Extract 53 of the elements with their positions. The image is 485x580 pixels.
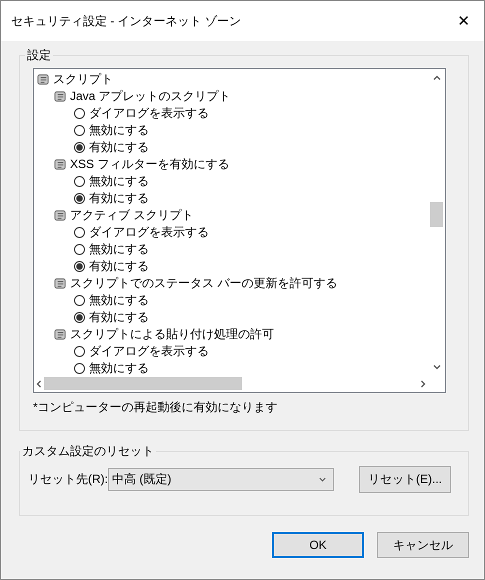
- reset-to-label: リセット先(R):: [28, 471, 108, 488]
- horizontal-scrollbar[interactable]: [34, 375, 428, 392]
- close-button[interactable]: ✕: [451, 10, 476, 32]
- group-label: カスタム設定のリセット: [21, 443, 155, 460]
- radio-button[interactable]: [74, 108, 85, 119]
- option-label[interactable]: 無効にする: [89, 174, 149, 189]
- scroll-thumb[interactable]: [44, 377, 242, 390]
- group-label: 設定: [26, 47, 52, 64]
- radio-button[interactable]: [74, 244, 85, 255]
- scroll-right-icon[interactable]: [418, 378, 428, 388]
- radio-button[interactable]: [74, 346, 85, 357]
- radio-button[interactable]: [74, 125, 85, 136]
- radio-button[interactable]: [74, 193, 85, 204]
- setting-label: スクリプトによる貼り付け処理の許可: [70, 327, 274, 342]
- reset-button[interactable]: リセット(E)...: [359, 466, 451, 493]
- scroll-thumb[interactable]: [430, 202, 443, 227]
- script-icon: [37, 73, 50, 86]
- radio-button[interactable]: [74, 295, 85, 306]
- script-icon: [54, 90, 67, 103]
- scroll-left-icon[interactable]: [34, 378, 44, 388]
- option-label[interactable]: 有効にする: [89, 140, 149, 155]
- setting-label: Java アプレットのスクリプト: [70, 89, 231, 104]
- radio-button[interactable]: [74, 227, 85, 238]
- category-label: スクリプト: [53, 72, 113, 87]
- dialog-button[interactable]: OK: [272, 532, 364, 558]
- option-label[interactable]: 有効にする: [89, 191, 149, 206]
- option-label[interactable]: 無効にする: [89, 242, 149, 257]
- script-icon: [54, 209, 67, 222]
- caret-icon: [318, 475, 327, 484]
- scroll-down-icon[interactable]: [432, 362, 442, 372]
- setting-label: XSS フィルターを有効にする: [70, 157, 230, 172]
- option-label[interactable]: 無効にする: [89, 293, 149, 308]
- dialog-button[interactable]: キャンセル: [377, 532, 469, 558]
- script-icon: [54, 158, 67, 171]
- window-title: セキュリティ設定 - インターネット ゾーン: [11, 12, 241, 30]
- setting-label: アクティブ スクリプト: [70, 208, 194, 223]
- script-icon: [54, 328, 67, 341]
- radio-button[interactable]: [74, 176, 85, 187]
- option-label[interactable]: 無効にする: [89, 361, 149, 376]
- option-label[interactable]: ダイアログを表示する: [89, 344, 209, 359]
- option-label[interactable]: 有効にする: [89, 259, 149, 274]
- option-label[interactable]: 有効にする: [89, 310, 149, 325]
- reset-level-dropdown[interactable]: 中高 (既定): [108, 468, 334, 491]
- option-label[interactable]: ダイアログを表示する: [89, 106, 209, 121]
- radio-button[interactable]: [74, 142, 85, 153]
- radio-button[interactable]: [74, 363, 85, 374]
- radio-button[interactable]: [74, 261, 85, 272]
- option-label[interactable]: ダイアログを表示する: [89, 225, 209, 240]
- script-icon: [54, 277, 67, 290]
- radio-button[interactable]: [74, 312, 85, 323]
- option-label[interactable]: 無効にする: [89, 123, 149, 138]
- restart-note: *コンピューターの再起動後に有効になります: [33, 399, 279, 416]
- setting-label: スクリプトでのステータス バーの更新を許可する: [70, 276, 338, 291]
